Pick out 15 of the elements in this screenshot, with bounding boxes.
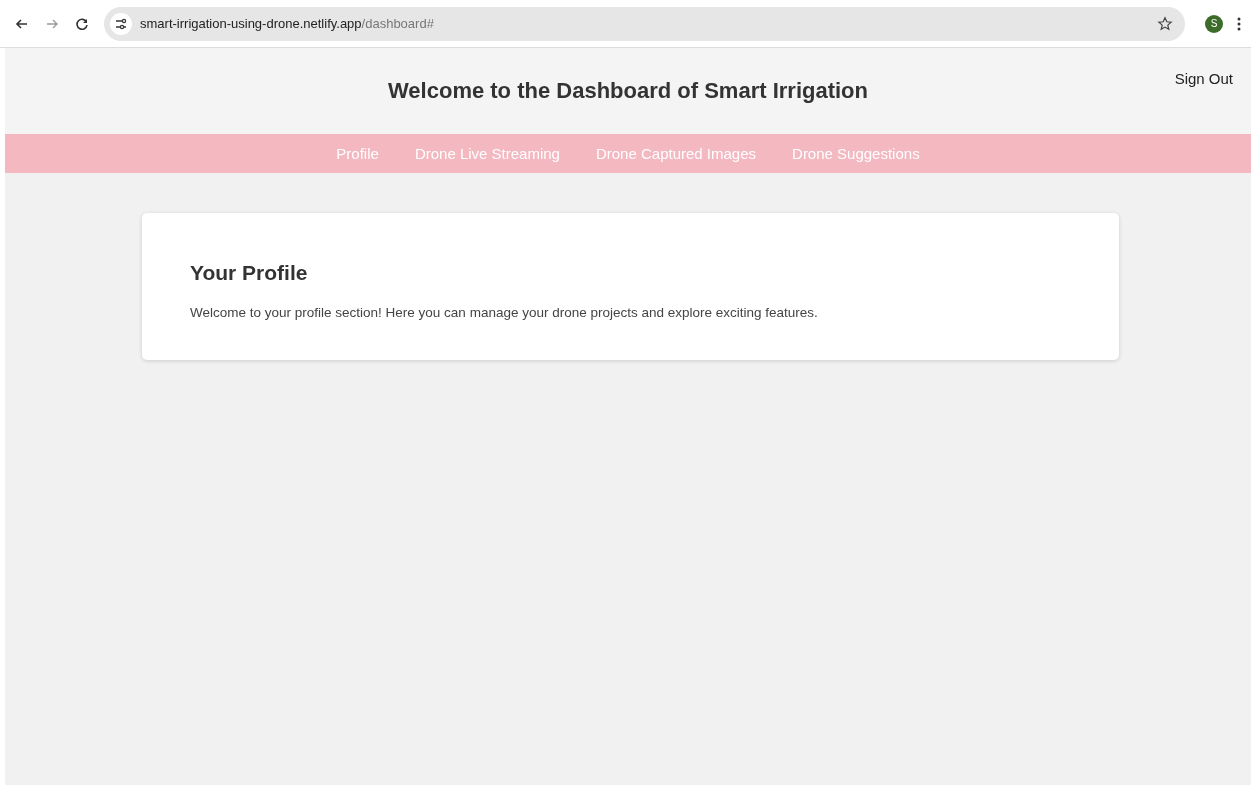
address-bar[interactable]: smart-irrigation-using-drone.netlify.app/dashboard# xyxy=(104,6,1185,41)
url-text: smart-irrigation-using-drone.netlify.app/dashboard# xyxy=(140,16,434,31)
menu-icon[interactable] xyxy=(1237,15,1241,32)
nav-link[interactable]: Drone Suggestions xyxy=(792,145,920,162)
nav-link[interactable]: Drone Captured Images xyxy=(595,145,757,162)
nav-link[interactable]: Drone Live Streaming xyxy=(414,145,560,162)
card-text: Welcome to your profile section! Here you can manage your drone projects and explore exciting features. xyxy=(190,305,819,320)
star-icon[interactable] xyxy=(1157,15,1173,32)
sign-out-link[interactable]: Sign Out xyxy=(1174,70,1233,87)
reload-icon[interactable] xyxy=(74,15,90,32)
profile-avatar[interactable]: S xyxy=(1205,14,1223,33)
page-title: Welcome to the Dashboard of Smart Irrigation xyxy=(388,78,868,104)
site-settings-icon[interactable] xyxy=(110,12,132,35)
nav-link[interactable]: Profile xyxy=(336,145,379,162)
card-title: Your Profile xyxy=(190,261,309,285)
